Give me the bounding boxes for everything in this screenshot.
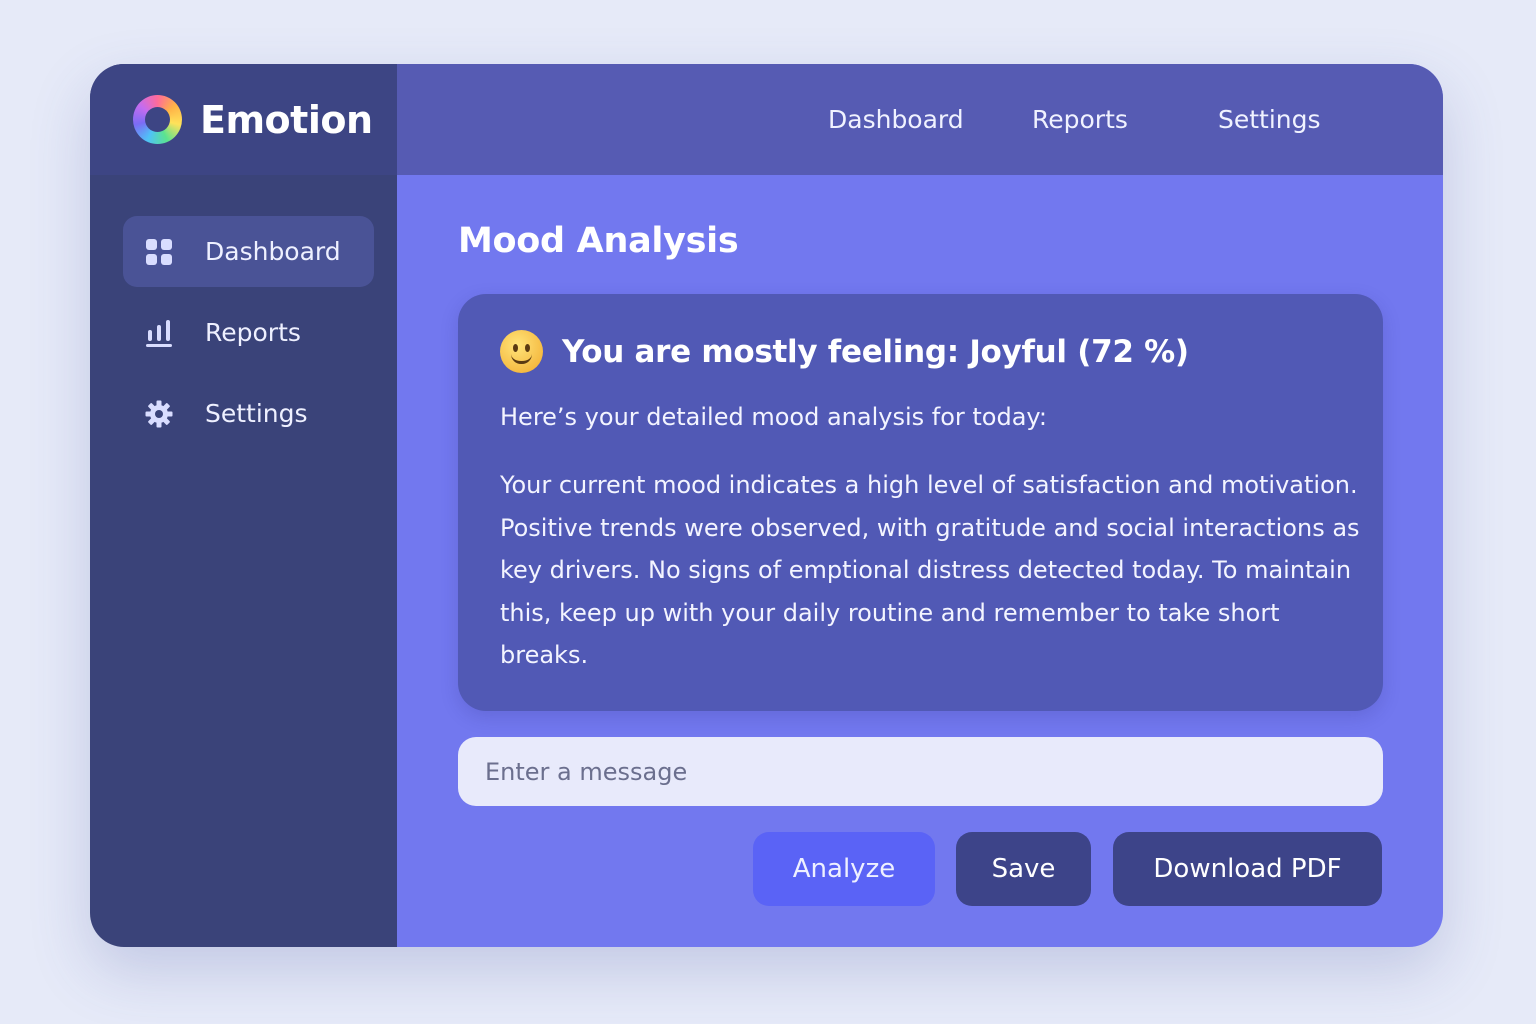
topnav-dashboard[interactable]: Dashboard	[828, 64, 964, 175]
gear-icon	[145, 400, 173, 428]
page-title: Mood Analysis	[458, 221, 739, 261]
sidebar: Emotion Dashboard Reports Settings	[90, 64, 397, 947]
topnav-reports[interactable]: Reports	[1032, 64, 1128, 175]
brand: Emotion	[90, 64, 397, 175]
smiling-face-icon	[500, 330, 543, 373]
mood-header: You are mostly feeling: Joyful (72 %)	[500, 330, 1353, 373]
save-button[interactable]: Save	[956, 832, 1091, 906]
brand-title: Emotion	[200, 97, 373, 142]
grid-icon	[145, 238, 173, 266]
topnav-settings[interactable]: Settings	[1218, 64, 1321, 175]
main-area: Dashboard Reports Settings Mood Analysis…	[397, 64, 1443, 947]
content: Mood Analysis You are mostly feeling: Jo…	[397, 175, 1443, 947]
bar-chart-icon	[145, 319, 173, 347]
sidebar-item-label: Reports	[205, 318, 301, 347]
mood-card: You are mostly feeling: Joyful (72 %) He…	[458, 294, 1383, 711]
mood-intro: Here’s your detailed mood analysis for t…	[500, 403, 1047, 431]
sidebar-item-dashboard[interactable]: Dashboard	[123, 216, 374, 287]
app-window: Emotion Dashboard Reports Settings Dashb…	[90, 64, 1443, 947]
download-pdf-button[interactable]: Download PDF	[1113, 832, 1382, 906]
message-input[interactable]	[458, 737, 1383, 806]
sidebar-item-settings[interactable]: Settings	[123, 378, 374, 449]
sidebar-item-reports[interactable]: Reports	[123, 297, 374, 368]
mood-description: Your current mood indicates a high level…	[500, 471, 1360, 669]
top-navbar: Dashboard Reports Settings	[397, 64, 1443, 175]
logo-icon	[133, 95, 182, 144]
analyze-button[interactable]: Analyze	[753, 832, 935, 906]
mood-summary: You are mostly feeling: Joyful (72 %)	[562, 333, 1189, 370]
sidebar-nav: Dashboard Reports Settings	[90, 175, 397, 459]
sidebar-item-label: Settings	[205, 399, 308, 428]
sidebar-item-label: Dashboard	[205, 237, 341, 266]
